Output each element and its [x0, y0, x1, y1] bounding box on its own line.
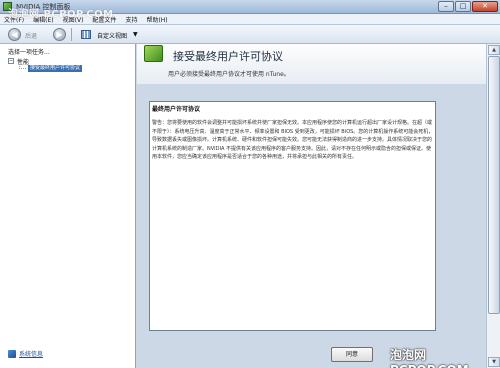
tree-item-accept-eula[interactable]: 接受最终用户许可协议	[19, 61, 133, 73]
collapse-icon[interactable]: −	[8, 58, 14, 64]
view-grid-icon[interactable]	[81, 30, 91, 39]
toolbar-separator	[71, 28, 72, 41]
tree-connector	[19, 61, 26, 69]
eula-text: 警告：您将要使用的软件会调整并可能损坏系统并使厂家担保无效。本应用程序使您的计算…	[152, 120, 434, 160]
vertical-scrollbar[interactable]: ▲ ▼	[486, 44, 500, 368]
minimize-button[interactable]: –	[438, 1, 454, 12]
page-title: 接受最终用户许可协议	[173, 50, 283, 63]
watermark-top: 泡泡网 PCPOP.COM	[8, 9, 114, 20]
task-pane: 选择一项任务... − 性能 接受最终用户许可协议 系统信息	[0, 44, 136, 368]
task-pane-header: 选择一项任务...	[8, 49, 50, 56]
nvidia-page-icon	[144, 45, 163, 62]
close-button[interactable]: ✕	[472, 1, 498, 12]
system-info-icon	[8, 349, 16, 358]
back-label[interactable]: 后退	[25, 31, 37, 40]
chevron-down-icon[interactable]: ▼	[133, 31, 138, 38]
main-pane: 接受最终用户许可协议 用户必须接受最终用户协议才可使用 nTune。 最终用户许…	[137, 44, 486, 368]
eula-panel: 最终用户许可协议 警告：您将要使用的软件会调整并可能损坏系统并使厂家担保无效。本…	[149, 101, 436, 331]
custom-view-button[interactable]: 自定义视图	[97, 31, 127, 40]
tree-item-label: 接受最终用户许可协议	[28, 65, 83, 72]
eula-title: 最终用户许可协议	[152, 106, 201, 113]
forward-arrow-icon[interactable]: ▶	[53, 28, 66, 41]
task-tree: − 性能 接受最终用户许可协议	[3, 57, 133, 73]
scroll-up-icon[interactable]: ▲	[488, 45, 500, 55]
system-info-label: 系统信息	[19, 351, 44, 358]
maximize-button[interactable]: □	[455, 1, 471, 12]
toolbar: ◀ 后退 ▶ 自定义视图 ▼	[0, 25, 500, 44]
agree-button[interactable]: 同意	[331, 347, 373, 362]
watermark-bottom: 泡泡网 PCPOP.COM	[390, 348, 469, 368]
back-arrow-icon[interactable]: ◀	[8, 28, 21, 41]
scroll-thumb[interactable]	[488, 56, 500, 314]
page-subtitle: 用户必须接受最终用户协议才可使用 nTune。	[168, 71, 290, 78]
menu-help[interactable]: 帮助(H)	[146, 15, 167, 24]
system-info-link[interactable]: 系统信息	[8, 349, 43, 358]
page-header: 接受最终用户许可协议 用户必须接受最终用户协议才可使用 nTune。	[137, 44, 486, 84]
menu-support[interactable]: 支持	[125, 15, 137, 24]
